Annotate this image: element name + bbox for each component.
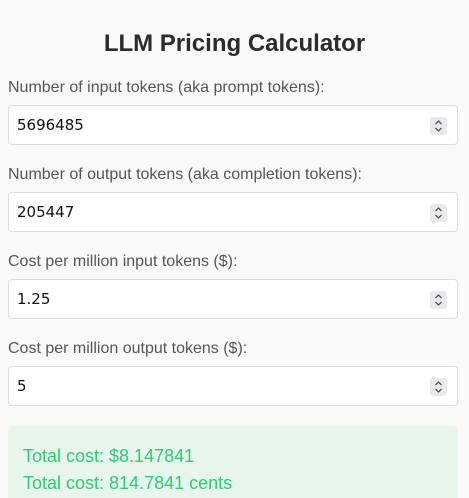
output-tokens-input[interactable] [9,193,457,231]
spinner-arrows-icon [435,381,442,393]
output-tokens-field: Number of output tokens (aka completion … [8,165,461,232]
input-cost-spinner[interactable] [430,291,447,309]
output-tokens-box [8,192,458,232]
output-tokens-spinner[interactable] [430,204,447,222]
total-cost-dollars: Total cost: $8.147841 [23,446,195,466]
spinner-arrows-icon [435,120,442,132]
input-cost-input[interactable] [9,280,457,318]
input-cost-field: Cost per million input tokens ($): [8,252,461,319]
output-cost-input[interactable] [9,367,457,405]
page-title: LLM Pricing Calculator [103,30,366,57]
spinner-arrows-icon [435,207,442,219]
output-cost-label: Cost per million output tokens ($): [8,340,248,357]
output-cost-field: Cost per million output tokens ($): [8,339,461,406]
total-cost-cents: Total cost: 814.7841 cents [23,473,233,493]
output-cost-box [8,366,458,406]
spinner-arrows-icon [435,294,442,306]
input-cost-label: Cost per million input tokens ($): [8,253,238,270]
input-tokens-input[interactable] [9,106,457,144]
calculator-container: LLM Pricing Calculator Number of input t… [0,0,469,498]
output-tokens-label: Number of output tokens (aka completion … [8,166,362,183]
output-cost-spinner[interactable] [430,378,447,396]
input-tokens-box [8,105,458,145]
input-cost-box [8,279,458,319]
result-panel: Total cost: $8.147841 Total cost: 814.78… [8,426,458,498]
input-tokens-label: Number of input tokens (aka prompt token… [8,79,325,96]
input-tokens-field: Number of input tokens (aka prompt token… [8,78,461,145]
input-tokens-spinner[interactable] [430,117,447,135]
